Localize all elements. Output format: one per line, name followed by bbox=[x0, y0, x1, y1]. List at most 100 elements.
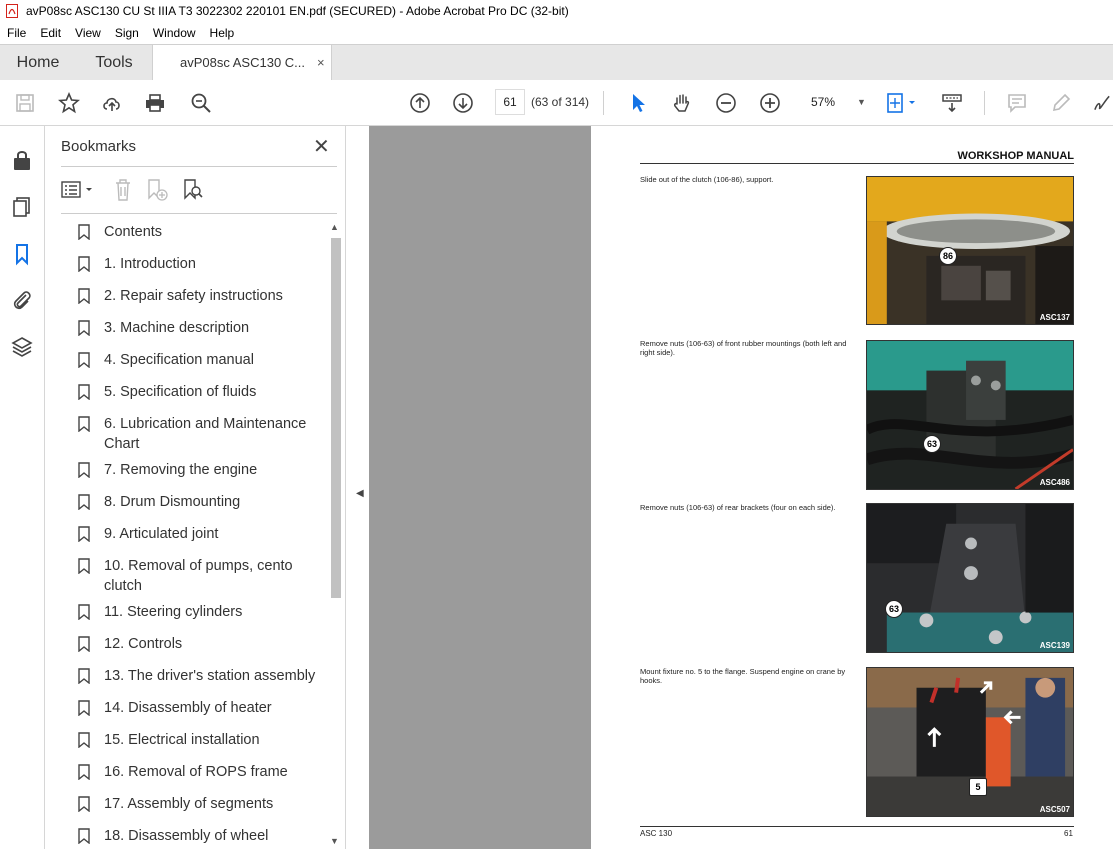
menu-sign[interactable]: Sign bbox=[108, 26, 146, 40]
bookmark-label: 9. Articulated joint bbox=[104, 526, 219, 542]
star-icon[interactable] bbox=[57, 91, 81, 115]
bookmark-flag-icon bbox=[78, 764, 90, 780]
attachment-paperclip-icon[interactable] bbox=[10, 288, 34, 312]
menu-edit[interactable]: Edit bbox=[33, 26, 68, 40]
find-bookmark-icon[interactable] bbox=[181, 178, 205, 202]
options-menu-icon[interactable] bbox=[61, 180, 97, 200]
menu-window[interactable]: Window bbox=[146, 26, 203, 40]
pdf-page: WORKSHOP MANUAL Slide out of the clutch … bbox=[591, 126, 1113, 849]
bookmark-flag-icon bbox=[78, 320, 90, 336]
step-text: Remove nuts (106-63) of rear brackets (f… bbox=[640, 503, 836, 512]
bookmark-flag-icon bbox=[78, 416, 90, 432]
bookmark-item[interactable]: 4. Specification manual bbox=[75, 350, 325, 370]
hand-tool-icon[interactable] bbox=[670, 91, 694, 115]
bookmark-item[interactable]: 11. Steering cylinders bbox=[75, 602, 325, 622]
bookmark-panel-icon[interactable] bbox=[10, 242, 34, 266]
bookmarks-toolbar bbox=[61, 178, 261, 204]
bookmark-item[interactable]: 12. Controls bbox=[75, 634, 325, 654]
bookmark-item[interactable]: 10. Removal of pumps, cento clutch bbox=[75, 556, 325, 596]
scroll-up-arrow-icon[interactable]: ▲ bbox=[330, 222, 339, 232]
document-viewer[interactable]: WORKSHOP MANUAL Slide out of the clutch … bbox=[369, 126, 1113, 849]
bookmark-item[interactable]: 8. Drum Dismounting bbox=[75, 492, 325, 512]
bookmark-flag-icon bbox=[78, 828, 90, 844]
bookmark-item[interactable]: 15. Electrical installation bbox=[75, 730, 325, 750]
save-icon[interactable] bbox=[13, 91, 37, 115]
bookmark-item[interactable]: 1. Introduction bbox=[75, 254, 325, 274]
zoom-search-icon[interactable] bbox=[189, 91, 213, 115]
bookmark-flag-icon bbox=[78, 288, 90, 304]
panel-splitter[interactable]: ◀ bbox=[345, 126, 369, 849]
zoom-out-icon[interactable] bbox=[714, 91, 738, 115]
bookmark-label: 3. Machine description bbox=[104, 320, 250, 336]
bookmark-flag-icon bbox=[78, 700, 90, 716]
next-page-icon[interactable] bbox=[451, 91, 475, 115]
bookmarks-panel: Bookmarks ✕ Contents 1. Introduction 2. … bbox=[45, 126, 345, 849]
bookmark-item[interactable]: 14. Disassembly of heater bbox=[75, 698, 325, 718]
comment-icon[interactable] bbox=[1005, 91, 1029, 115]
lock-icon[interactable] bbox=[10, 148, 34, 172]
bookmark-flag-icon bbox=[78, 604, 90, 620]
collapse-panel-arrow-icon[interactable]: ◀ bbox=[356, 488, 364, 499]
tab-document[interactable]: avP08sc ASC130 C... × bbox=[152, 45, 332, 80]
step-text: Mount fixture no. 5 to the flange. Suspe… bbox=[640, 667, 846, 685]
footer-rule bbox=[640, 826, 1074, 827]
highlight-pen-icon[interactable] bbox=[1049, 91, 1073, 115]
scroll-down-arrow-icon[interactable]: ▼ bbox=[330, 836, 339, 846]
bookmark-item[interactable]: 7. Removing the engine bbox=[75, 460, 325, 480]
title-bar: avP08sc ASC130 CU St IIIA T3 3022302 220… bbox=[0, 0, 1113, 22]
close-icon[interactable]: ✕ bbox=[313, 134, 330, 159]
page-count: (63 of 314) bbox=[531, 95, 590, 109]
step-photo: 63 ASC139 bbox=[866, 503, 1074, 653]
upload-cloud-icon[interactable] bbox=[100, 91, 124, 115]
bookmark-flag-icon bbox=[78, 224, 90, 240]
select-cursor-icon[interactable] bbox=[627, 91, 651, 115]
previous-page-icon[interactable] bbox=[408, 91, 432, 115]
bookmark-item[interactable]: 13. The driver's station assembly bbox=[75, 666, 325, 686]
bookmark-label: 13. The driver's station assembly bbox=[104, 668, 316, 684]
page-footer-model: ASC 130 bbox=[640, 829, 673, 838]
bookmark-item[interactable]: Contents bbox=[75, 222, 325, 242]
tab-close-icon[interactable]: × bbox=[317, 55, 325, 70]
rear-bracket-photo-illustration bbox=[867, 504, 1073, 652]
delete-trash-icon[interactable] bbox=[113, 178, 133, 202]
toolbar-divider bbox=[603, 91, 604, 115]
bookmark-item[interactable]: 9. Articulated joint bbox=[75, 524, 325, 544]
bookmark-item[interactable]: 5. Specification of fluids bbox=[75, 382, 325, 402]
step-text: Remove nuts (106-63) of front rubber mou… bbox=[640, 339, 847, 357]
bookmark-item[interactable]: 17. Assembly of segments bbox=[75, 794, 325, 814]
zoom-in-icon[interactable] bbox=[758, 91, 782, 115]
page-footer-number: 61 bbox=[1064, 829, 1073, 838]
zoom-level-select[interactable]: 57% ▼ bbox=[801, 89, 867, 115]
menu-help[interactable]: Help bbox=[203, 26, 242, 40]
scrollbar-thumb[interactable] bbox=[331, 238, 341, 598]
bookmark-flag-icon bbox=[78, 526, 90, 542]
bookmarks-scrollbar[interactable]: ▲ ▼ bbox=[328, 222, 342, 849]
bookmark-item[interactable]: 18. Disassembly of wheel bbox=[75, 826, 325, 846]
scroll-mode-icon[interactable] bbox=[940, 91, 964, 115]
zoom-level-value: 57% bbox=[811, 95, 836, 109]
bookmark-item[interactable]: 2. Repair safety instructions bbox=[75, 286, 325, 306]
bookmark-item[interactable]: 3. Machine description bbox=[75, 318, 325, 338]
print-icon[interactable] bbox=[143, 91, 167, 115]
left-navigation-rail bbox=[0, 126, 45, 849]
page-number-input[interactable]: 61 bbox=[495, 89, 525, 115]
bookmark-item[interactable]: 16. Removal of ROPS frame bbox=[75, 762, 325, 782]
window-title: avP08sc ASC130 CU St IIIA T3 3022302 220… bbox=[26, 4, 569, 18]
sign-icon[interactable] bbox=[1092, 91, 1113, 115]
bookmark-flag-icon bbox=[78, 732, 90, 748]
step-photo: 86 ASC137 bbox=[866, 176, 1074, 325]
page-thumbnails-icon[interactable] bbox=[10, 195, 34, 219]
menu-file[interactable]: File bbox=[0, 26, 33, 40]
bookmark-flag-icon bbox=[78, 352, 90, 368]
bookmark-label: 6. Lubrication and Maintenance Chart bbox=[104, 416, 307, 452]
menu-view[interactable]: View bbox=[68, 26, 108, 40]
bookmark-item[interactable]: 6. Lubrication and Maintenance Chart bbox=[75, 414, 325, 454]
bookmark-label: 2. Repair safety instructions bbox=[104, 288, 283, 304]
tab-tools[interactable]: Tools bbox=[76, 45, 152, 80]
bookmark-flag-icon bbox=[78, 796, 90, 812]
new-bookmark-icon[interactable] bbox=[145, 178, 169, 202]
tab-home[interactable]: Home bbox=[0, 45, 76, 80]
callout-number: 63 bbox=[885, 600, 903, 618]
fit-page-icon[interactable] bbox=[884, 91, 920, 115]
layers-icon[interactable] bbox=[10, 335, 34, 359]
